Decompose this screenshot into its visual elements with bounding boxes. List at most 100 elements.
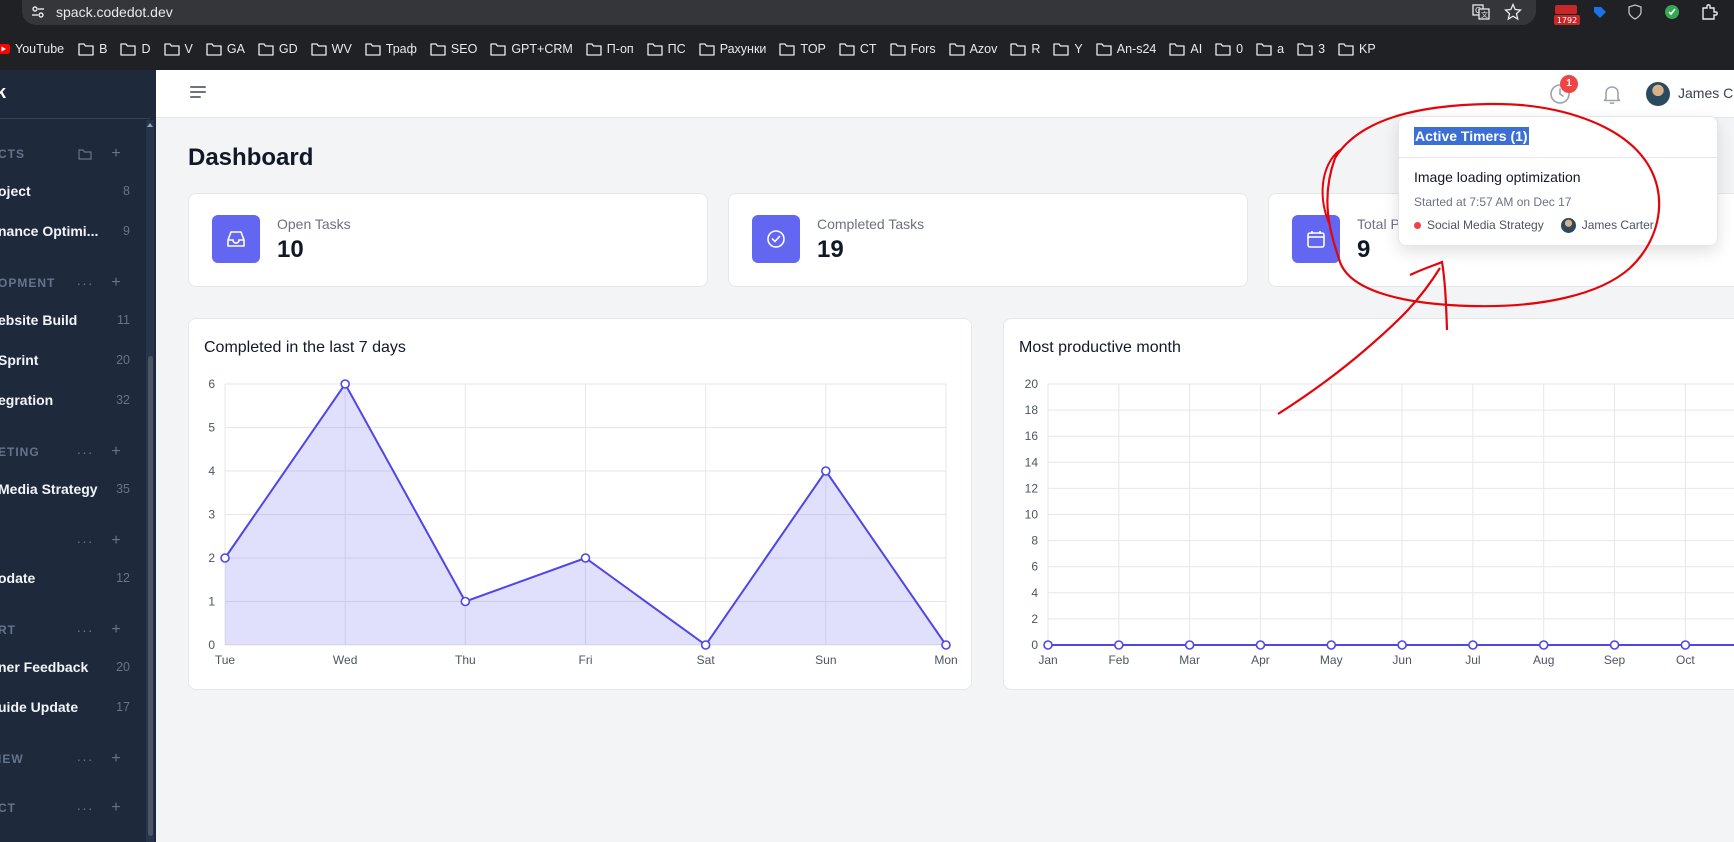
data-point[interactable] (941, 640, 951, 650)
sidebar-item-count: 11 (117, 313, 130, 327)
bookmark-folder[interactable]: TOP (779, 42, 826, 56)
add-icon[interactable]: + (107, 531, 125, 551)
data-point[interactable] (580, 553, 591, 563)
y-tick-label: 10 (1025, 508, 1039, 522)
data-point[interactable] (1680, 640, 1691, 650)
more-options-icon[interactable]: ··· (76, 798, 94, 818)
extensions-puzzle-icon[interactable] (1700, 3, 1718, 21)
bookmark-folder[interactable]: a (1256, 42, 1284, 56)
folder-icon (311, 43, 327, 56)
bookmark-folder[interactable]: SEO (430, 42, 477, 56)
sidebar-project-item[interactable]: uide Update 17 (0, 696, 130, 720)
timer-badge: 1 (1560, 75, 1578, 93)
bookmark-folder[interactable]: An-s24 (1096, 42, 1156, 56)
bookmark-folder[interactable]: CT (839, 42, 877, 56)
extension-shield-icon[interactable] (1627, 4, 1643, 20)
more-options-icon[interactable]: ··· (76, 749, 94, 769)
user-avatar[interactable] (1646, 82, 1670, 106)
data-point[interactable] (1114, 640, 1124, 650)
x-tick-label: Jan (1038, 653, 1057, 667)
data-point[interactable] (1255, 640, 1266, 650)
bookmark-folder[interactable]: Траф (365, 42, 417, 56)
address-bar[interactable]: spack.codedot.dev G 文 (22, 0, 1536, 25)
sidebar-project-item[interactable]: odate 12 (0, 567, 130, 591)
data-point[interactable] (460, 596, 471, 607)
bookmark-folder[interactable]: KP (1338, 42, 1376, 56)
bookmark-folder[interactable]: R (1010, 42, 1040, 56)
bookmark-folder[interactable]: Рахунки (699, 42, 766, 56)
data-point[interactable] (700, 640, 711, 650)
bookmark-folder[interactable]: GPT+CRM (490, 42, 573, 56)
site-settings-icon[interactable] (30, 4, 46, 20)
sidebar-scrollbar-thumb[interactable] (148, 356, 153, 836)
data-point[interactable] (821, 466, 831, 476)
folder-icon[interactable] (76, 144, 94, 164)
translate-icon[interactable]: G 文 (1472, 3, 1490, 21)
folder-icon (889, 43, 906, 56)
notification-bell-icon[interactable] (1600, 82, 1624, 106)
data-point[interactable] (220, 553, 230, 563)
add-icon[interactable]: + (107, 798, 125, 818)
bookmark-folder[interactable]: 3 (1297, 42, 1325, 56)
sidebar-project-item[interactable]: ebsite Build 11 (0, 309, 130, 333)
bookmark-folder[interactable]: Azov (948, 42, 997, 56)
bookmark-folder[interactable]: Fors (889, 42, 936, 56)
more-options-icon[interactable]: ··· (76, 531, 94, 551)
scroll-up-arrow-icon[interactable] (146, 122, 154, 128)
url-text[interactable]: spack.codedot.dev (56, 4, 173, 20)
extension-green-icon[interactable] (1664, 4, 1680, 20)
add-icon[interactable]: + (107, 273, 125, 293)
sidebar: k CTS + oject 8 nance Optimi... 9 OPMENT ··· + eb… (0, 70, 156, 842)
folder-icon (1169, 43, 1186, 56)
sidebar-project-item[interactable]: Media Strategy 35 (0, 478, 130, 502)
add-icon[interactable]: + (107, 749, 125, 769)
sidebar-project-item[interactable]: ner Feedback 20 (0, 656, 130, 680)
menu-toggle-icon[interactable] (190, 86, 208, 100)
data-point[interactable] (1184, 640, 1195, 650)
x-tick-label: Sep (1604, 653, 1626, 667)
add-icon[interactable]: + (107, 442, 125, 462)
data-point[interactable] (1609, 640, 1620, 650)
user-name[interactable]: James C (1678, 85, 1733, 101)
bookmark-folder[interactable]: Y (1053, 42, 1083, 56)
sidebar-project-item[interactable]: egration 32 (0, 389, 130, 413)
series-area (1048, 397, 1734, 645)
extension-counter-icon[interactable]: 1792 (1553, 4, 1581, 26)
add-icon[interactable]: + (107, 620, 125, 640)
data-point[interactable] (1326, 640, 1337, 650)
x-tick-label: Oct (1676, 653, 1695, 667)
sidebar-item-label: uide Update (0, 699, 79, 715)
bookmark-folder[interactable]: B (78, 42, 107, 56)
more-options-icon[interactable]: ··· (76, 620, 94, 640)
bookmark-folder[interactable]: ПС (647, 42, 686, 56)
sidebar-project-item[interactable]: oject 8 (0, 180, 130, 204)
bookmark-folder[interactable]: 0 (1215, 42, 1243, 56)
more-options-icon[interactable]: ··· (76, 442, 94, 462)
bookmark-folder[interactable]: П-оп (586, 42, 634, 56)
chart-card-last-7-days: Completed in the last 7 days 0 1 2 3 4 5 6 Tue W… (188, 318, 972, 690)
bookmark-folder[interactable]: AI (1169, 42, 1202, 56)
add-icon[interactable]: + (107, 144, 125, 164)
data-point[interactable] (340, 379, 350, 389)
data-point[interactable] (1538, 640, 1549, 650)
folder-icon (206, 43, 222, 56)
popup-divider (1399, 157, 1719, 158)
y-tick-label: 14 (1025, 455, 1039, 469)
more-options-icon[interactable]: ··· (76, 273, 94, 293)
data-point[interactable] (1468, 640, 1478, 650)
sidebar-project-item[interactable]: Sprint 20 (0, 349, 130, 373)
bookmark-folder[interactable]: GA (206, 42, 245, 56)
extension-tag-icon[interactable] (1592, 5, 1608, 21)
data-point[interactable] (1397, 640, 1407, 650)
bookmark-folder[interactable]: V (163, 42, 193, 56)
bookmark-youtube[interactable]: YouTube (0, 42, 64, 56)
sidebar-project-item[interactable]: nance Optimi... 9 (0, 220, 130, 244)
timer-task-name[interactable]: Image loading optimization (1414, 169, 1581, 185)
bookmark-star-icon[interactable] (1504, 3, 1522, 21)
timer-started-at: Started at 7:57 AM on Dec 17 (1414, 195, 1572, 209)
bookmark-folder[interactable]: D (120, 42, 151, 56)
top-header: 1 James C (156, 70, 1734, 118)
data-point[interactable] (1043, 640, 1053, 650)
bookmark-folder[interactable]: GD (258, 42, 298, 56)
bookmark-folder[interactable]: WV (311, 42, 352, 56)
